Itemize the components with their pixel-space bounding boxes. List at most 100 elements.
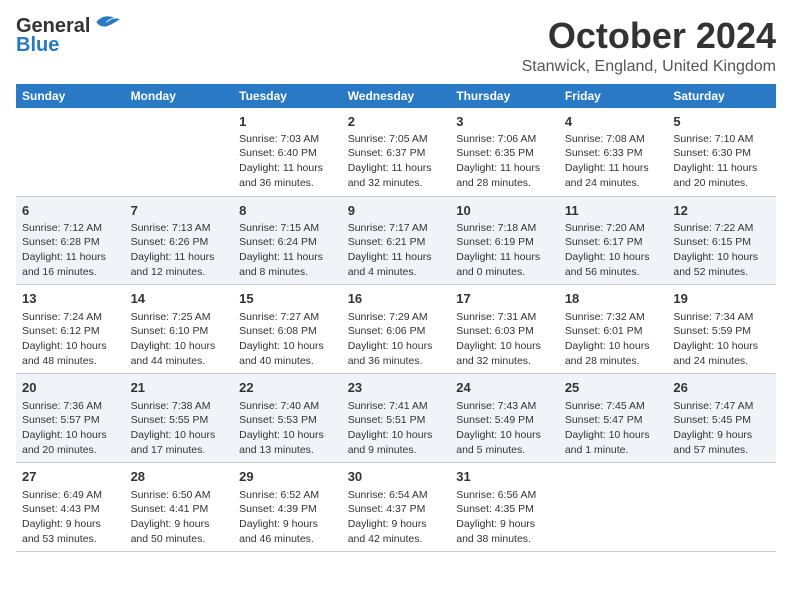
- day-cell: 27Sunrise: 6:49 AM Sunset: 4:43 PM Dayli…: [16, 463, 125, 552]
- day-info: Sunrise: 7:29 AM Sunset: 6:06 PM Dayligh…: [348, 310, 445, 369]
- day-cell: 22 Sunrise: 7:40 AM Sunset: 5:53 PM Dayli…: [233, 374, 342, 463]
- day-cell: 3Sunrise: 7:06 AM Sunset: 6:35 PM Daylig…: [450, 108, 559, 196]
- weekday-header-thursday: Thursday: [450, 84, 559, 108]
- day-cell: 30Sunrise: 6:54 AM Sunset: 4:37 PM Dayli…: [342, 463, 451, 552]
- weekday-header-wednesday: Wednesday: [342, 84, 451, 108]
- week-row-3: 13 Sunrise: 7:24 AM Sunset: 6:12 PM Dayli…: [16, 285, 776, 374]
- day-number: 4: [565, 113, 662, 131]
- day-number: 18: [565, 290, 662, 308]
- day-info: Sunrise: 7:38 AM Sunset: 5:55 PM Dayligh…: [131, 399, 228, 458]
- day-cell: 14 Sunrise: 7:25 AM Sunset: 6:10 PM Dayli…: [125, 285, 234, 374]
- day-info: Sunrise: 7:03 AM Sunset: 6:40 PM Dayligh…: [239, 132, 336, 191]
- weekday-header-friday: Friday: [559, 84, 668, 108]
- day-cell: 8Sunrise: 7:15 AM Sunset: 6:24 PM Daylig…: [233, 196, 342, 285]
- day-number: 11: [565, 202, 662, 220]
- day-info: Sunrise: 7:24 AM Sunset: 6:12 PM Dayligh…: [22, 310, 119, 369]
- calendar-table: SundayMondayTuesdayWednesdayThursdayFrid…: [16, 84, 776, 553]
- day-info: Sunrise: 7:05 AM Sunset: 6:37 PM Dayligh…: [348, 132, 445, 191]
- day-info: Sunrise: 7:40 AM Sunset: 5:53 PM Dayligh…: [239, 399, 336, 458]
- day-cell: 19 Sunrise: 7:34 AM Sunset: 5:59 PM Dayli…: [667, 285, 776, 374]
- day-number: 17: [456, 290, 553, 308]
- day-cell: 23 Sunrise: 7:41 AM Sunset: 5:51 PM Dayli…: [342, 374, 451, 463]
- day-info: Sunrise: 7:06 AM Sunset: 6:35 PM Dayligh…: [456, 132, 553, 191]
- day-info: Sunrise: 7:25 AM Sunset: 6:10 PM Dayligh…: [131, 310, 228, 369]
- day-info: Sunrise: 7:36 AM Sunset: 5:57 PM Dayligh…: [22, 399, 119, 458]
- day-number: 3: [456, 113, 553, 131]
- day-cell: 7Sunrise: 7:13 AM Sunset: 6:26 PM Daylig…: [125, 196, 234, 285]
- day-cell: 12Sunrise: 7:22 AM Sunset: 6:15 PM Dayli…: [667, 196, 776, 285]
- day-info: Sunrise: 7:47 AM Sunset: 5:45 PM Dayligh…: [673, 399, 770, 458]
- day-cell: 26 Sunrise: 7:47 AM Sunset: 5:45 PM Dayli…: [667, 374, 776, 463]
- day-cell: [559, 463, 668, 552]
- day-number: 22: [239, 379, 336, 397]
- day-number: 25: [565, 379, 662, 397]
- day-cell: 13 Sunrise: 7:24 AM Sunset: 6:12 PM Dayli…: [16, 285, 125, 374]
- weekday-header-tuesday: Tuesday: [233, 84, 342, 108]
- day-cell: 15 Sunrise: 7:27 AM Sunset: 6:08 PM Dayli…: [233, 285, 342, 374]
- day-cell: 31 Sunrise: 6:56 AM Sunset: 4:35 PM Dayli…: [450, 463, 559, 552]
- day-number: 13: [22, 290, 119, 308]
- day-number: 23: [348, 379, 445, 397]
- day-number: 1: [239, 113, 336, 131]
- day-number: 15: [239, 290, 336, 308]
- day-info: Sunrise: 7:32 AM Sunset: 6:01 PM Dayligh…: [565, 310, 662, 369]
- day-info: Sunrise: 7:10 AM Sunset: 6:30 PM Dayligh…: [673, 132, 770, 191]
- day-number: 21: [131, 379, 228, 397]
- day-number: 19: [673, 290, 770, 308]
- day-cell: 10Sunrise: 7:18 AM Sunset: 6:19 PM Dayli…: [450, 196, 559, 285]
- day-info: Sunrise: 6:49 AM Sunset: 4:43 PM Dayligh…: [22, 488, 119, 547]
- day-info: Sunrise: 7:27 AM Sunset: 6:08 PM Dayligh…: [239, 310, 336, 369]
- day-cell: 9Sunrise: 7:17 AM Sunset: 6:21 PM Daylig…: [342, 196, 451, 285]
- day-cell: [16, 108, 125, 196]
- day-number: 10: [456, 202, 553, 220]
- day-cell: 1Sunrise: 7:03 AM Sunset: 6:40 PM Daylig…: [233, 108, 342, 196]
- day-cell: 6Sunrise: 7:12 AM Sunset: 6:28 PM Daylig…: [16, 196, 125, 285]
- day-info: Sunrise: 6:50 AM Sunset: 4:41 PM Dayligh…: [131, 488, 228, 547]
- logo: General Blue: [16, 16, 122, 57]
- day-number: 31: [456, 468, 553, 486]
- day-info: Sunrise: 7:12 AM Sunset: 6:28 PM Dayligh…: [22, 221, 119, 280]
- day-info: Sunrise: 7:08 AM Sunset: 6:33 PM Dayligh…: [565, 132, 662, 191]
- day-cell: 20 Sunrise: 7:36 AM Sunset: 5:57 PM Dayli…: [16, 374, 125, 463]
- day-number: 14: [131, 290, 228, 308]
- weekday-header-row: SundayMondayTuesdayWednesdayThursdayFrid…: [16, 84, 776, 108]
- day-info: Sunrise: 6:54 AM Sunset: 4:37 PM Dayligh…: [348, 488, 445, 547]
- day-info: Sunrise: 7:22 AM Sunset: 6:15 PM Dayligh…: [673, 221, 770, 280]
- day-number: 20: [22, 379, 119, 397]
- day-number: 8: [239, 202, 336, 220]
- day-info: Sunrise: 7:31 AM Sunset: 6:03 PM Dayligh…: [456, 310, 553, 369]
- day-info: Sunrise: 7:13 AM Sunset: 6:26 PM Dayligh…: [131, 221, 228, 280]
- logo-bird-icon: [92, 12, 122, 32]
- day-number: 26: [673, 379, 770, 397]
- day-info: Sunrise: 7:43 AM Sunset: 5:49 PM Dayligh…: [456, 399, 553, 458]
- day-cell: 11Sunrise: 7:20 AM Sunset: 6:17 PM Dayli…: [559, 196, 668, 285]
- month-title: October 2024: [522, 16, 776, 56]
- day-number: 29: [239, 468, 336, 486]
- week-row-1: 1Sunrise: 7:03 AM Sunset: 6:40 PM Daylig…: [16, 108, 776, 196]
- day-cell: 4Sunrise: 7:08 AM Sunset: 6:33 PM Daylig…: [559, 108, 668, 196]
- day-info: Sunrise: 7:17 AM Sunset: 6:21 PM Dayligh…: [348, 221, 445, 280]
- day-info: Sunrise: 7:41 AM Sunset: 5:51 PM Dayligh…: [348, 399, 445, 458]
- day-cell: 16 Sunrise: 7:29 AM Sunset: 6:06 PM Dayli…: [342, 285, 451, 374]
- day-info: Sunrise: 7:18 AM Sunset: 6:19 PM Dayligh…: [456, 221, 553, 280]
- day-cell: 2Sunrise: 7:05 AM Sunset: 6:37 PM Daylig…: [342, 108, 451, 196]
- day-cell: 25 Sunrise: 7:45 AM Sunset: 5:47 PM Dayli…: [559, 374, 668, 463]
- day-info: Sunrise: 7:20 AM Sunset: 6:17 PM Dayligh…: [565, 221, 662, 280]
- day-cell: 5Sunrise: 7:10 AM Sunset: 6:30 PM Daylig…: [667, 108, 776, 196]
- day-number: 28: [131, 468, 228, 486]
- week-row-5: 27Sunrise: 6:49 AM Sunset: 4:43 PM Dayli…: [16, 463, 776, 552]
- day-info: Sunrise: 7:45 AM Sunset: 5:47 PM Dayligh…: [565, 399, 662, 458]
- week-row-4: 20 Sunrise: 7:36 AM Sunset: 5:57 PM Dayli…: [16, 374, 776, 463]
- day-info: Sunrise: 6:52 AM Sunset: 4:39 PM Dayligh…: [239, 488, 336, 547]
- day-number: 24: [456, 379, 553, 397]
- day-cell: [667, 463, 776, 552]
- day-cell: 28 Sunrise: 6:50 AM Sunset: 4:41 PM Dayli…: [125, 463, 234, 552]
- day-info: Sunrise: 7:34 AM Sunset: 5:59 PM Dayligh…: [673, 310, 770, 369]
- day-cell: [125, 108, 234, 196]
- weekday-header-sunday: Sunday: [16, 84, 125, 108]
- day-number: 9: [348, 202, 445, 220]
- location-subtitle: Stanwick, England, United Kingdom: [522, 58, 776, 76]
- day-number: 6: [22, 202, 119, 220]
- day-info: Sunrise: 6:56 AM Sunset: 4:35 PM Dayligh…: [456, 488, 553, 547]
- day-number: 16: [348, 290, 445, 308]
